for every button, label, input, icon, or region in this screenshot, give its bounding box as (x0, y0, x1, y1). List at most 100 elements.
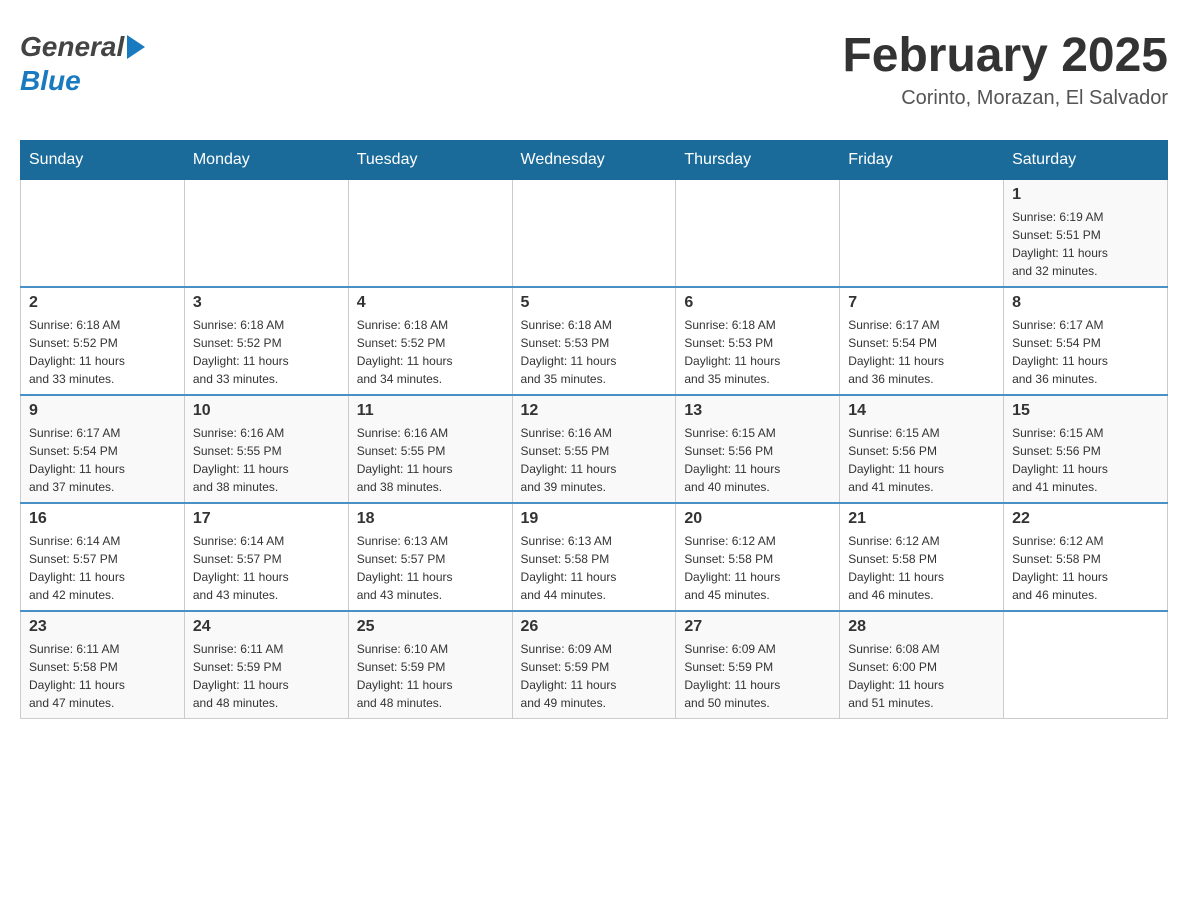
day-info: Sunrise: 6:18 AMSunset: 5:52 PMDaylight:… (193, 316, 340, 388)
day-number: 16 (29, 510, 176, 528)
calendar-week-row: 23 Sunrise: 6:11 AMSunset: 5:58 PMDayligh… (21, 611, 1168, 719)
day-info: Sunrise: 6:11 AMSunset: 5:59 PMDaylight:… (193, 640, 340, 712)
day-info: Sunrise: 6:15 AMSunset: 5:56 PMDaylight:… (1012, 424, 1159, 496)
calendar-cell (512, 179, 676, 287)
header-saturday: Saturday (1004, 140, 1168, 179)
calendar-cell: 18 Sunrise: 6:13 AMSunset: 5:57 PMDayligh… (348, 503, 512, 611)
day-number: 22 (1012, 510, 1159, 528)
day-number: 10 (193, 402, 340, 420)
day-info: Sunrise: 6:12 AMSunset: 5:58 PMDaylight:… (848, 532, 995, 604)
day-number: 13 (684, 402, 831, 420)
calendar-cell: 22Sunrise: 6:12 AMSunset: 5:58 PMDayligh… (1004, 503, 1168, 611)
page-header: General Blue February 2025 Corinto, Mora… (20, 20, 1168, 120)
day-number: 9 (29, 402, 176, 420)
calendar-cell: 1 Sunrise: 6:19 AMSunset: 5:51 PMDaylight… (1004, 179, 1168, 287)
day-number: 20 (684, 510, 831, 528)
header-wednesday: Wednesday (512, 140, 676, 179)
calendar-cell: 21 Sunrise: 6:12 AMSunset: 5:58 PMDayligh… (840, 503, 1004, 611)
calendar-cell (676, 179, 840, 287)
day-number: 11 (357, 402, 504, 420)
day-number: 19 (521, 510, 668, 528)
day-info: Sunrise: 6:19 AMSunset: 5:51 PMDaylight:… (1012, 208, 1159, 280)
day-number: 15 (1012, 402, 1159, 420)
day-info: Sunrise: 6:13 AMSunset: 5:57 PMDaylight:… (357, 532, 504, 604)
calendar-cell: 14Sunrise: 6:15 AMSunset: 5:56 PMDayligh… (840, 395, 1004, 503)
calendar-cell: 5 Sunrise: 6:18 AMSunset: 5:53 PMDaylight… (512, 287, 676, 395)
calendar-cell: 27Sunrise: 6:09 AMSunset: 5:59 PMDayligh… (676, 611, 840, 719)
day-number: 21 (848, 510, 995, 528)
calendar-cell: 12Sunrise: 6:16 AMSunset: 5:55 PMDayligh… (512, 395, 676, 503)
calendar-week-row: 2 Sunrise: 6:18 AMSunset: 5:52 PMDaylight… (21, 287, 1168, 395)
day-number: 4 (357, 294, 504, 312)
header-friday: Friday (840, 140, 1004, 179)
header-monday: Monday (184, 140, 348, 179)
calendar-cell (840, 179, 1004, 287)
day-number: 23 (29, 618, 176, 636)
calendar-subtitle: Corinto, Morazan, El Salvador (842, 87, 1168, 110)
calendar-cell: 2 Sunrise: 6:18 AMSunset: 5:52 PMDaylight… (21, 287, 185, 395)
calendar-cell: 8 Sunrise: 6:17 AMSunset: 5:54 PMDaylight… (1004, 287, 1168, 395)
calendar-cell: 7 Sunrise: 6:17 AMSunset: 5:54 PMDaylight… (840, 287, 1004, 395)
day-info: Sunrise: 6:18 AMSunset: 5:52 PMDaylight:… (357, 316, 504, 388)
day-number: 7 (848, 294, 995, 312)
calendar-week-row: 1 Sunrise: 6:19 AMSunset: 5:51 PMDaylight… (21, 179, 1168, 287)
day-number: 28 (848, 618, 995, 636)
calendar-table: SundayMondayTuesdayWednesdayThursdayFrid… (20, 140, 1168, 719)
calendar-cell: 24 Sunrise: 6:11 AMSunset: 5:59 PMDayligh… (184, 611, 348, 719)
calendar-cell (348, 179, 512, 287)
calendar-cell: 10 Sunrise: 6:16 AMSunset: 5:55 PMDayligh… (184, 395, 348, 503)
logo-triangle-icon (127, 35, 145, 59)
calendar-cell: 3 Sunrise: 6:18 AMSunset: 5:52 PMDaylight… (184, 287, 348, 395)
day-info: Sunrise: 6:16 AMSunset: 5:55 PMDaylight:… (193, 424, 340, 496)
day-number: 5 (521, 294, 668, 312)
calendar-cell (21, 179, 185, 287)
calendar-cell: 4 Sunrise: 6:18 AMSunset: 5:52 PMDaylight… (348, 287, 512, 395)
day-info: Sunrise: 6:09 AMSunset: 5:59 PMDaylight:… (521, 640, 668, 712)
title-area: February 2025 Corinto, Morazan, El Salva… (842, 30, 1168, 110)
calendar-cell: 23 Sunrise: 6:11 AMSunset: 5:58 PMDayligh… (21, 611, 185, 719)
calendar-cell (1004, 611, 1168, 719)
day-number: 17 (193, 510, 340, 528)
day-number: 18 (357, 510, 504, 528)
day-number: 8 (1012, 294, 1159, 312)
calendar-cell: 6Sunrise: 6:18 AMSunset: 5:53 PMDaylight… (676, 287, 840, 395)
calendar-cell: 9 Sunrise: 6:17 AMSunset: 5:54 PMDaylight… (21, 395, 185, 503)
logo-general: General (20, 30, 124, 64)
day-info: Sunrise: 6:15 AMSunset: 5:56 PMDaylight:… (684, 424, 831, 496)
day-info: Sunrise: 6:17 AMSunset: 5:54 PMDaylight:… (29, 424, 176, 496)
day-number: 1 (1012, 186, 1159, 204)
calendar-cell: 26 Sunrise: 6:09 AMSunset: 5:59 PMDayligh… (512, 611, 676, 719)
day-info: Sunrise: 6:18 AMSunset: 5:53 PMDaylight:… (521, 316, 668, 388)
day-info: Sunrise: 6:18 AMSunset: 5:52 PMDaylight:… (29, 316, 176, 388)
day-info: Sunrise: 6:15 AMSunset: 5:56 PMDaylight:… (848, 424, 995, 496)
day-info: Sunrise: 6:16 AMSunset: 5:55 PMDaylight:… (521, 424, 668, 496)
day-number: 26 (521, 618, 668, 636)
day-info: Sunrise: 6:13 AMSunset: 5:58 PMDaylight:… (521, 532, 668, 604)
day-number: 24 (193, 618, 340, 636)
day-info: Sunrise: 6:08 AMSunset: 6:00 PMDaylight:… (848, 640, 995, 712)
header-tuesday: Tuesday (348, 140, 512, 179)
calendar-cell: 16 Sunrise: 6:14 AMSunset: 5:57 PMDayligh… (21, 503, 185, 611)
day-info: Sunrise: 6:18 AMSunset: 5:53 PMDaylight:… (684, 316, 831, 388)
day-info: Sunrise: 6:14 AMSunset: 5:57 PMDaylight:… (29, 532, 176, 604)
header-thursday: Thursday (676, 140, 840, 179)
day-number: 2 (29, 294, 176, 312)
calendar-cell: 19 Sunrise: 6:13 AMSunset: 5:58 PMDayligh… (512, 503, 676, 611)
calendar-cell: 20Sunrise: 6:12 AMSunset: 5:58 PMDayligh… (676, 503, 840, 611)
day-info: Sunrise: 6:10 AMSunset: 5:59 PMDaylight:… (357, 640, 504, 712)
calendar-header-row: SundayMondayTuesdayWednesdayThursdayFrid… (21, 140, 1168, 179)
calendar-week-row: 16 Sunrise: 6:14 AMSunset: 5:57 PMDayligh… (21, 503, 1168, 611)
calendar-cell: 15 Sunrise: 6:15 AMSunset: 5:56 PMDayligh… (1004, 395, 1168, 503)
day-number: 3 (193, 294, 340, 312)
day-info: Sunrise: 6:11 AMSunset: 5:58 PMDaylight:… (29, 640, 176, 712)
logo-blue: Blue (20, 64, 81, 98)
day-info: Sunrise: 6:17 AMSunset: 5:54 PMDaylight:… (1012, 316, 1159, 388)
header-sunday: Sunday (21, 140, 185, 179)
day-info: Sunrise: 6:17 AMSunset: 5:54 PMDaylight:… (848, 316, 995, 388)
calendar-cell: 13 Sunrise: 6:15 AMSunset: 5:56 PMDayligh… (676, 395, 840, 503)
day-info: Sunrise: 6:09 AMSunset: 5:59 PMDaylight:… (684, 640, 831, 712)
calendar-cell: 11Sunrise: 6:16 AMSunset: 5:55 PMDayligh… (348, 395, 512, 503)
calendar-cell: 28 Sunrise: 6:08 AMSunset: 6:00 PMDayligh… (840, 611, 1004, 719)
calendar-cell: 25Sunrise: 6:10 AMSunset: 5:59 PMDayligh… (348, 611, 512, 719)
calendar-cell: 17Sunrise: 6:14 AMSunset: 5:57 PMDayligh… (184, 503, 348, 611)
